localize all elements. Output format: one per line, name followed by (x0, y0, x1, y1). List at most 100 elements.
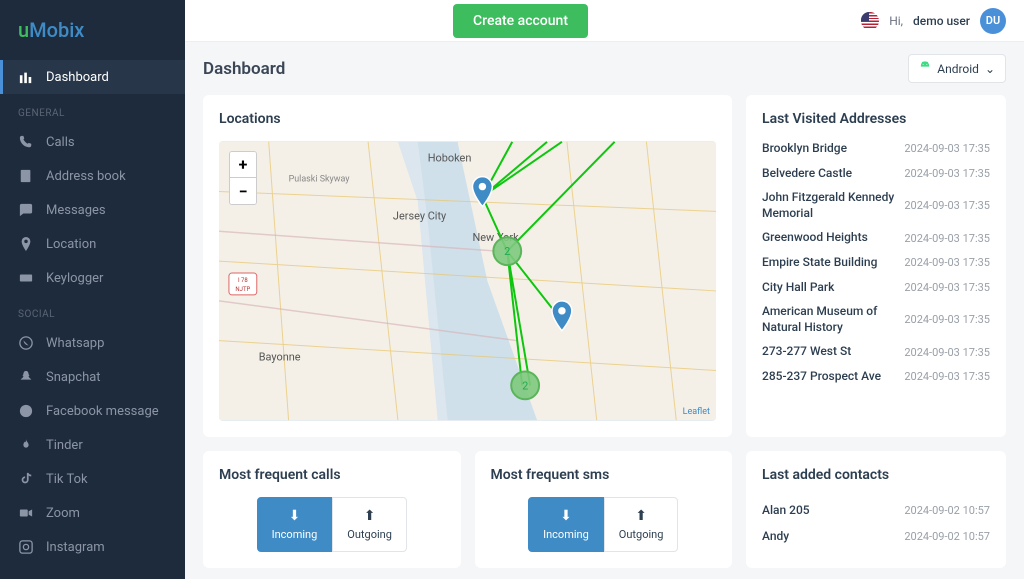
instagram-icon (18, 539, 34, 555)
nav-addressbook-label: Address book (46, 169, 126, 184)
locations-card: Locations (203, 95, 732, 437)
nav-tiktok-label: Tik Tok (46, 472, 88, 487)
contact-list: Alan 2052024-09-02 10:57 Andy 2024-09-02 1… (762, 497, 990, 549)
tinder-icon (18, 437, 34, 453)
sms-card: Most frequent sms ⬇Incoming ⬆Outgoing (475, 451, 733, 568)
nav-tiktok[interactable]: Tik Tok (0, 462, 185, 496)
svg-text:Bayonne: Bayonne (259, 351, 301, 364)
page-title: Dashboard (203, 59, 285, 79)
contact-row[interactable]: Alan 2052024-09-02 10:57 (762, 497, 990, 523)
nav-fbmessage[interactable]: Facebook message (0, 394, 185, 428)
address-date: 2024-09-03 17:35 (904, 281, 990, 294)
map[interactable]: Hoboken Pulaski Skyway New York Jersey C… (219, 141, 716, 421)
content: Locations (185, 95, 1024, 579)
address-date: 2024-09-03 17:35 (904, 370, 990, 383)
sms-incoming-tab[interactable]: ⬇Incoming (528, 497, 604, 552)
address-row[interactable]: John Fitzgerald Kennedy Memorial2024-09-… (762, 190, 990, 221)
arrow-up-icon: ⬆ (635, 508, 647, 524)
snapchat-icon (18, 369, 34, 385)
map-attribution[interactable]: Leaflet (683, 407, 710, 417)
topbar: Create account Hi, demo user DU (185, 0, 1024, 42)
address-date: 2024-09-03 17:35 (904, 346, 990, 359)
nav-tinder[interactable]: Tinder (0, 428, 185, 462)
address-row[interactable]: 273-277 West St 2024-09-03 17:35 (762, 344, 990, 360)
nav: Dashboard GENERAL Calls Address book Mes… (0, 60, 185, 579)
nav-instagram[interactable]: Instagram (0, 530, 185, 564)
nav-location-label: Location (46, 237, 96, 252)
sms-outgoing-label: Outgoing (619, 528, 664, 541)
calls-card: Most frequent calls ⬇ Incoming ⬆Outgoing (203, 451, 461, 568)
locations-title: Locations (219, 111, 716, 127)
arrow-down-icon: ⬇ (289, 508, 301, 524)
address-name: 285-237 Prospect Ave (762, 369, 881, 385)
message-icon (18, 202, 34, 218)
section-general: GENERAL (0, 94, 185, 125)
calls-tabs: ⬇ Incoming ⬆Outgoing (219, 497, 445, 552)
greeting: Hi, (889, 14, 903, 28)
calls-incoming-label: Incoming (272, 528, 318, 541)
nav-dashboard[interactable]: Dashboard (0, 60, 185, 94)
zoom-icon (18, 505, 34, 521)
address-row[interactable]: Greenwood Heights2024-09-03 17:35 (762, 230, 990, 246)
username: demo user (913, 14, 970, 28)
address-date: 2024-09-03 17:35 (904, 313, 990, 326)
messenger-icon (18, 403, 34, 419)
addresses-card: Last Visited Addresses Brooklyn Bridge20… (746, 95, 1006, 437)
avatar[interactable]: DU (980, 8, 1006, 34)
contact-date: 2024-09-02 10:57 (904, 530, 990, 543)
address-row[interactable]: City Hall Park 2024-09-03 17:35 (762, 280, 990, 296)
nav-location[interactable]: Location (0, 227, 185, 261)
android-icon (919, 61, 931, 76)
nav-tinder-label: Tinder (46, 438, 83, 453)
nav-zoom[interactable]: Zoom (0, 496, 185, 530)
address-date: 2024-09-03 17:35 (904, 232, 990, 245)
flag-icon[interactable] (861, 12, 879, 30)
nav-whatsapp[interactable]: Whatsapp (0, 326, 185, 360)
nav-zoom-label: Zoom (46, 506, 80, 521)
keyboard-icon (18, 270, 34, 286)
nav-dashboard-label: Dashboard (46, 70, 109, 85)
contact-name: Alan 205 (762, 503, 810, 517)
address-list: Brooklyn Bridge2024-09-03 17:35 Belvedere… (762, 141, 990, 385)
address-row[interactable]: Belvedere Castle2024-09-03 17:35 (762, 166, 990, 182)
address-name: Belvedere Castle (762, 166, 852, 182)
tiktok-icon (18, 471, 34, 487)
main: Create account Hi, demo user DU Dashboar… (185, 0, 1024, 579)
sms-outgoing-tab[interactable]: ⬆ Outgoing (604, 497, 679, 552)
address-row[interactable]: 285-237 Prospect Ave 2024-09-03 17:35 (762, 369, 990, 385)
zoom-in-button[interactable]: + (230, 152, 256, 178)
nav-addressbook[interactable]: Address book (0, 159, 185, 193)
nav-snapchat-label: Snapchat (46, 370, 101, 385)
svg-text:Pulaski Skyway: Pulaski Skyway (289, 175, 351, 185)
chevron-down-icon: ⌄ (985, 62, 995, 76)
address-date: 2024-09-03 17:35 (904, 256, 990, 269)
svg-text:NJTP: NJTP (235, 286, 250, 293)
zoom-out-button[interactable]: − (230, 178, 256, 204)
nav-calls[interactable]: Calls (0, 125, 185, 159)
address-row[interactable]: Brooklyn Bridge2024-09-03 17:35 (762, 141, 990, 157)
contact-row[interactable]: Andy 2024-09-02 10:57 (762, 523, 990, 549)
calls-incoming-tab[interactable]: ⬇ Incoming (257, 497, 333, 552)
address-name: City Hall Park (762, 280, 834, 296)
nav-messages[interactable]: Messages (0, 193, 185, 227)
nav-keylogger[interactable]: Keylogger (0, 261, 185, 295)
address-date: 2024-09-03 17:35 (904, 199, 990, 212)
address-row[interactable]: Empire State Building2024-09-03 17:35 (762, 255, 990, 271)
calls-outgoing-tab[interactable]: ⬆Outgoing (332, 497, 407, 552)
create-account-button[interactable]: Create account (453, 4, 588, 38)
nav-fbmessage-label: Facebook message (46, 404, 159, 419)
contacts-card: Last added contacts Alan 2052024-09-02 1… (746, 451, 1006, 568)
logo-u: u (18, 18, 29, 42)
sms-tabs: ⬇Incoming ⬆ Outgoing (491, 497, 717, 552)
contact-name: Andy (762, 529, 789, 543)
address-name: 273-277 West St (762, 344, 851, 360)
calls-title: Most frequent calls (219, 467, 445, 483)
addresses-title: Last Visited Addresses (762, 111, 990, 127)
address-row[interactable]: American Museum of Natural History 2024-0… (762, 304, 990, 335)
nav-snapchat[interactable]: Snapchat (0, 360, 185, 394)
page-header: Dashboard Android ⌄ (185, 42, 1024, 95)
pin-icon (18, 236, 34, 252)
platform-select[interactable]: Android ⌄ (908, 54, 1006, 83)
topbar-user-area: Hi, demo user DU (861, 8, 1006, 34)
address-name: American Museum of Natural History (762, 304, 894, 335)
